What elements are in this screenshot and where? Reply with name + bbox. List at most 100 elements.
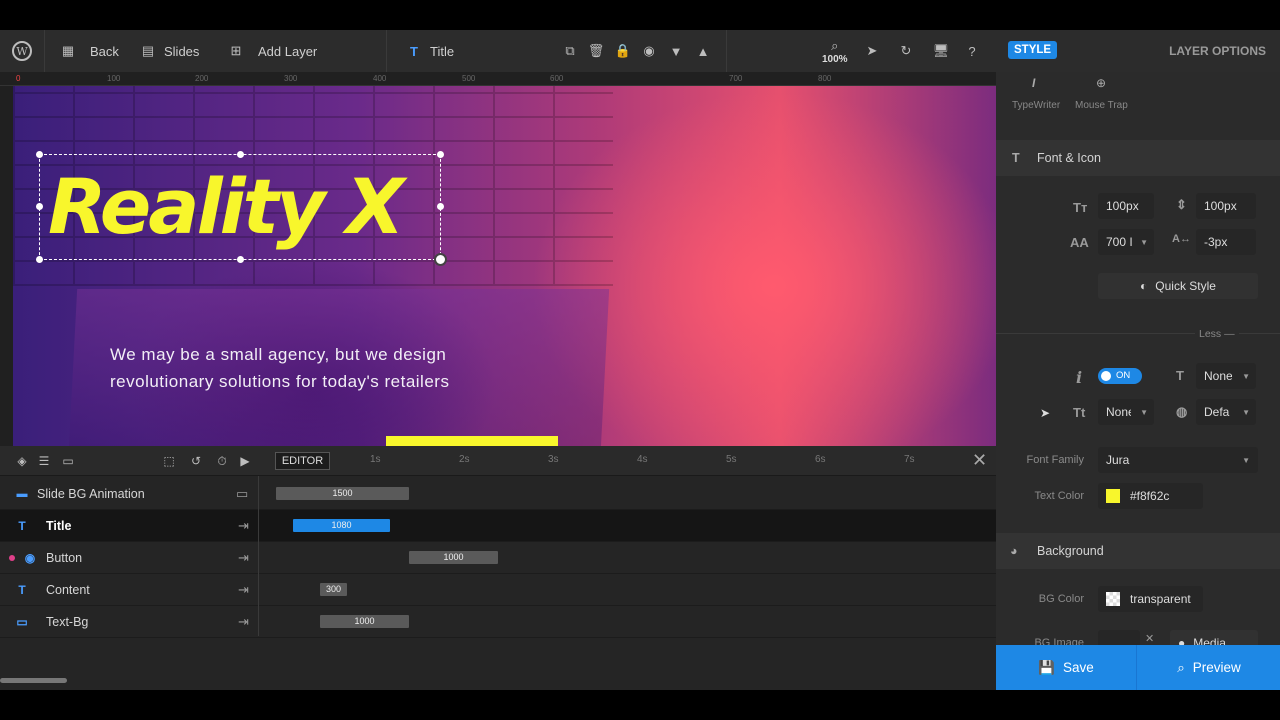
resize-handle[interactable] [437,151,444,158]
folder-icon[interactable]: ▭ [236,486,248,502]
help-button[interactable]: ? [964,30,980,72]
title-text[interactable]: Reality X [48,157,405,257]
shape-layer-icon: ▭ [16,614,28,629]
typewriter-label[interactable]: TypeWriter [1012,100,1060,111]
button-layer[interactable] [386,436,558,446]
layer-options-tab[interactable]: LAYER OPTIONS [1169,44,1266,58]
resize-handle[interactable] [237,256,244,263]
horizontal-scrollbar[interactable] [0,678,67,683]
content-layer[interactable]: We may be a small agency, but we design … [110,341,530,395]
move-up-button[interactable]: ▲ [695,30,711,72]
timer-icon[interactable]: ⏱ [214,453,230,469]
transparent-swatch[interactable] [1106,592,1120,606]
back-button[interactable]: ▦ Back [60,30,119,72]
help-icon: ? [968,43,976,59]
background-section-header[interactable]: ◕ Background [996,533,1280,569]
resize-handle[interactable] [36,256,43,263]
jump-to-end-icon[interactable]: ⇥ [238,550,249,566]
resize-handle[interactable] [36,151,43,158]
rotate-handle[interactable] [434,253,447,266]
save-button[interactable]: 💾 Save [996,645,1137,690]
selected-layer[interactable]: T Title [406,30,454,72]
duplicate-button[interactable]: ⧉ [562,30,578,72]
slides-button[interactable]: ▤ Slides [140,30,200,72]
folder-icon[interactable]: ▭ [60,453,76,469]
add-layer-button[interactable]: ⊞ Add Layer [228,30,318,72]
less-toggle[interactable]: Less — [1195,328,1239,340]
jump-to-end-icon[interactable]: ⇥ [238,614,249,630]
timeline-bar[interactable]: 1080 [293,519,390,532]
letter-spacing-input[interactable]: -3px [1196,229,1256,255]
timeline-bar[interactable]: 1500 [276,487,409,500]
resize-handle[interactable] [237,151,244,158]
wordpress-logo-icon[interactable]: W [12,30,32,72]
delete-button[interactable]: 🗑 [588,30,605,72]
italic-icon: i [1076,368,1083,387]
select-tool-button[interactable]: ➤ [864,30,880,72]
row-label: Button [46,550,83,565]
timeline-bar[interactable]: 300 [320,583,347,596]
visibility-button[interactable]: ◉ [641,30,657,72]
layers-icon[interactable]: ◈ [14,453,30,469]
text-layer-icon: T [410,43,418,59]
zoom-control[interactable]: ⌕ 100% [822,30,848,72]
marquee-icon[interactable]: ⬚ [161,453,177,469]
color-swatch[interactable] [1106,489,1120,503]
ruler-tick: 300 [284,74,298,83]
close-icon[interactable]: ✕ [972,450,987,471]
clear-icon[interactable]: ✕ [1145,632,1154,645]
text-transform-value: None [1204,369,1232,383]
italic-toggle[interactable]: ON [1098,368,1142,384]
font-weight-select[interactable]: 700 I ▼ [1098,229,1154,255]
text-color-label: Text Color [1034,490,1084,502]
duplicate-icon: ⧉ [565,43,575,58]
image-icon: ▬ [16,487,28,500]
font-family-label: Font Family [1026,454,1084,466]
cursor-select[interactable]: Defa ▼ [1196,399,1256,425]
timeline-row-text-bg[interactable]: ▭ Text-Bg ⇥ 1000 [0,606,996,638]
jump-to-end-icon[interactable]: ⇥ [238,582,249,598]
play-icon[interactable]: ▶ [237,453,253,469]
style-tab[interactable]: STYLE [1008,41,1058,59]
typewriter-icon[interactable]: I [1032,76,1035,90]
content-line: revolutionary solutions for today's reta… [110,372,450,391]
refresh-icon[interactable]: ↺ [188,453,204,469]
slide-canvas[interactable]: Reality X We may be a small agency, but … [13,86,996,446]
timeline-row-content[interactable]: T Content ⇥ 300 [0,574,996,606]
resize-handle[interactable] [36,203,43,210]
preview-button[interactable]: ⌕ Preview [1138,645,1280,690]
resize-handle[interactable] [437,203,444,210]
font-size-input[interactable]: 100px [1098,193,1154,219]
ruler-tick: 700 [729,74,743,83]
undo-button[interactable]: ↻ [898,30,914,72]
preview-label: Preview [1192,660,1241,675]
text-layer-icon: T [18,582,26,597]
sidebar-header: STYLE LAYER OPTIONS [996,30,1280,72]
editor-mode-button[interactable]: EDITOR [275,452,330,470]
text-color-input[interactable]: #f8f62c [1098,483,1203,509]
palette-icon: ◕ [1010,544,1018,558]
jump-to-end-icon[interactable]: ⇥ [238,518,249,534]
line-height-input[interactable]: 100px [1196,193,1256,219]
text-transform-select[interactable]: None ▼ [1196,363,1256,389]
font-icon-section-header[interactable]: T Font & Icon [996,140,1280,176]
quick-style-button[interactable]: ◐ Quick Style [1098,273,1258,299]
row-label: Title [46,518,72,533]
title-layer[interactable]: Reality X [36,151,447,266]
timeline-row-title[interactable]: T Title ⇥ 1080 [0,510,996,542]
bg-color-input[interactable]: transparent [1098,586,1203,612]
drop-icon: ◐ [1140,279,1148,293]
font-family-select[interactable]: Jura ▼ [1098,447,1258,473]
list-icon[interactable]: ☰ [36,453,52,469]
timeline-row-slide-bg[interactable]: ▬ Slide BG Animation ▭ 1500 [0,478,996,510]
mouse-trap-label[interactable]: Mouse Trap [1075,100,1128,111]
button-layer-icon: ◉ [24,550,36,565]
timeline-bar[interactable]: 1000 [320,615,409,628]
timeline-row-button[interactable]: ◉ Button ⇥ 1000 [0,542,996,574]
text-decoration-select[interactable]: None ▼ [1098,399,1154,425]
lock-button[interactable]: 🔒 [615,30,631,72]
timeline-bar[interactable]: 1000 [409,551,498,564]
device-button[interactable]: 🖥 [933,30,950,72]
crosshair-icon[interactable]: ⊕ [1096,76,1106,90]
move-down-button[interactable]: ▼ [668,30,684,72]
